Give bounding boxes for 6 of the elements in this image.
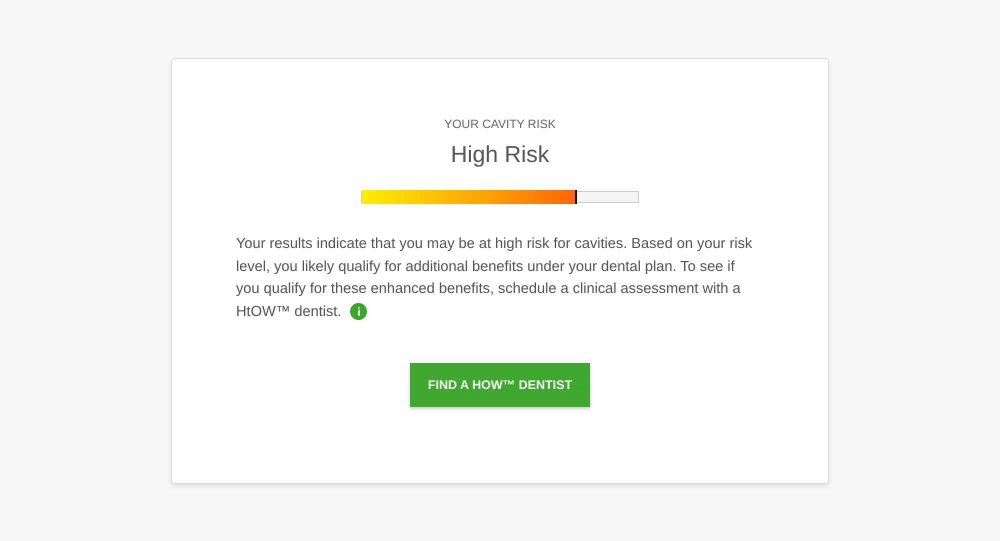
find-dentist-button[interactable]: FIND A HOW™ DENTIST <box>410 363 590 407</box>
description-text: HtOW™ dentist. <box>236 302 342 322</box>
info-icon[interactable]: i <box>350 303 368 320</box>
risk-title: High Risk <box>450 141 550 169</box>
description-text: Your results indicate that you may be at high risk for cavities. Based on your risk level, you likely qualify for additional benefits under your dental plan. To see if you qualify for these enhanced benefits, schedule a clinical assessment with a <box>236 235 754 299</box>
section-label: YOUR CAVITY RISK <box>444 117 556 133</box>
